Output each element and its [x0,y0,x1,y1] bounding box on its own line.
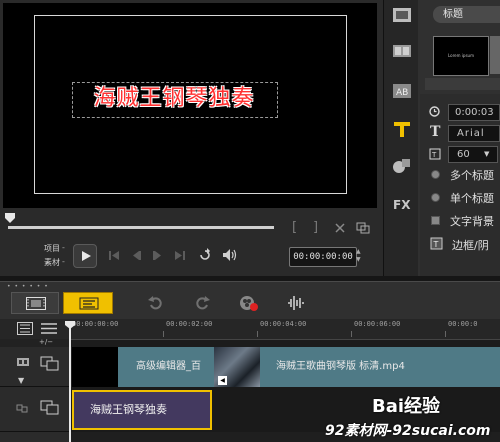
timeline-view-tab[interactable] [63,292,113,314]
media-icon[interactable] [391,6,413,24]
volume-icon[interactable] [222,248,237,262]
chapter-cue-icon[interactable] [40,322,58,335]
fx-icon[interactable]: FX [391,195,413,213]
clip-mode-label[interactable]: 素材 [44,257,60,268]
project-mode-label[interactable]: 项目 [44,243,60,254]
mode-dash-icon: - [62,257,65,266]
play-button[interactable] [73,244,97,268]
text-icon[interactable] [391,120,413,138]
scrubber-handle[interactable] [4,212,16,224]
end-icon[interactable] [174,250,186,261]
options-tab-bar[interactable] [425,78,500,90]
playhead-handle-icon[interactable] [64,320,76,330]
single-title-label[interactable]: 单个标题 [450,190,494,206]
duration-field[interactable]: 0:00:03 [448,104,500,121]
track-manager-icon[interactable] [17,322,33,335]
timecode-up-icon[interactable]: ▲ [356,248,361,255]
link-track-icon[interactable] [16,402,28,414]
title-overlay-text[interactable]: 海贼王钢琴独奏 [74,83,274,115]
zoom-control-icon[interactable]: +/− [39,338,53,346]
multi-title-label[interactable]: 多个标题 [450,167,494,183]
chevron-down-icon[interactable]: ▼ [484,150,489,158]
storyboard-view-tab[interactable] [11,292,59,314]
lock-track-icon[interactable] [16,356,30,368]
sound-mixer-icon[interactable] [286,294,306,312]
film-icon [26,297,46,310]
text-background-label[interactable]: 文字背景 [450,213,494,229]
ruler-tick-label: 00:00:0 [448,320,478,328]
transition-icon[interactable]: AB [391,82,413,100]
mode-dash-icon: - [62,243,65,252]
font-size-icon: T [429,148,441,160]
toolbar-grip-icon[interactable]: • • • • • • [7,283,49,290]
previous-frame-icon[interactable] [130,250,142,261]
next-thumbnail[interactable] [490,36,500,74]
ruler-tick-label: 00:00:00:00 [72,320,119,328]
ruler-tick-label: 00:00:02:00 [166,320,213,328]
scrubber-track[interactable] [8,226,274,229]
repeat-icon[interactable] [198,248,212,262]
mark-out-bracket[interactable]: ] [313,220,318,235]
font-size-select[interactable]: 60 [448,146,498,163]
svg-text:AB: AB [396,88,408,98]
video-clip-mp4[interactable]: 海贼王歌曲钢琴版 标清.mp4 [260,347,500,387]
play-icon [82,251,91,261]
baidu-watermark: Bai经验 [372,396,441,417]
timecode-down-icon[interactable]: ▼ [356,256,361,263]
svg-text:T: T [431,151,437,159]
timeline-icon [79,297,99,310]
font-icon: T [430,124,441,140]
ruler-tick-label: 00:00:06:00 [354,320,401,328]
title-track-icon [40,400,59,415]
playhead[interactable] [69,321,71,442]
text-background-checkbox[interactable] [431,216,440,225]
audio-badge-icon: ◀ [218,376,227,385]
graphics-icon[interactable] [391,157,413,175]
chevron-down-icon[interactable]: ▼ [18,376,24,385]
site-watermark: 92素材网-92sucai.com [325,423,491,439]
ruler-tick [257,331,258,337]
voice-track-header[interactable] [0,432,70,442]
svg-text:FX: FX [393,198,411,212]
ruler-tick [163,331,164,337]
video-clip-editor[interactable]: 高级编辑器_百 [118,347,214,387]
font-select[interactable]: Arial [448,125,500,142]
ruler-tick-label: 00:00:04:00 [260,320,307,328]
ruler-tick [445,331,446,337]
multi-title-radio[interactable] [431,170,440,179]
enlarge-icon[interactable] [356,222,370,234]
instant-project-icon[interactable] [391,42,413,60]
single-title-radio[interactable] [431,193,440,202]
zoom-row [0,339,70,347]
mark-in-bracket[interactable]: [ [292,220,297,235]
clock-icon [429,106,440,117]
ruler-tick [351,331,352,337]
video-clip-black[interactable] [72,347,118,387]
undo-icon[interactable] [148,295,164,311]
record-capture-icon[interactable] [239,294,259,312]
border-shadow-icon[interactable]: T [430,237,443,250]
border-shadow-label[interactable]: 边框/阴 [452,237,489,253]
svg-text:T: T [433,240,439,249]
next-frame-icon[interactable] [152,250,164,261]
redo-icon[interactable] [194,295,210,311]
title-clip[interactable]: 海贼王钢琴独奏 [72,390,212,430]
timecode-field[interactable]: 00:00:00:00 [289,247,357,267]
scissors-icon[interactable] [334,222,346,234]
home-icon[interactable] [108,250,120,261]
title-thumbnail[interactable]: Lorem ipsum [433,36,489,76]
video-track-icon [40,356,59,371]
category-dropdown[interactable]: 标题 [433,6,500,23]
